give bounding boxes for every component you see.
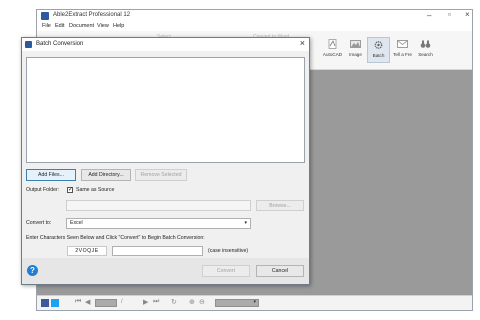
rotate-icon[interactable]: ↻ <box>171 298 177 306</box>
menu-help[interactable]: Help <box>113 23 124 29</box>
app-logo-icon <box>41 12 49 20</box>
zoom-out-icon[interactable]: ⊖ <box>199 298 205 306</box>
binoculars-icon <box>420 39 431 49</box>
envelope-icon <box>397 39 408 49</box>
ribbon-batch-button[interactable]: Batch <box>367 37 390 63</box>
last-page-icon[interactable]: ⏭ <box>153 298 159 306</box>
ribbon-image-button[interactable]: Image <box>344 37 367 63</box>
menubar: File Edit Document View Help <box>37 22 472 31</box>
dialog-footer: ? Convert Cancel <box>22 258 309 284</box>
close-icon[interactable]: × <box>465 10 470 19</box>
output-path-field[interactable] <box>66 200 251 211</box>
convert-to-value: Excel <box>70 220 83 226</box>
ribbon-search-label: Search <box>418 52 433 57</box>
batch-gear-icon <box>373 40 384 50</box>
cancel-button[interactable]: Cancel <box>256 265 304 277</box>
case-insensitive-note: (case insensitive) <box>208 248 249 254</box>
batch-conversion-dialog: Batch Conversion × Add Files... Add Dire… <box>21 37 310 285</box>
twitter-icon[interactable] <box>51 299 59 307</box>
facebook-icon[interactable] <box>41 299 49 307</box>
add-files-button[interactable]: Add Files... <box>26 169 76 181</box>
dialog-titlebar: Batch Conversion × <box>22 38 309 51</box>
statusbar: ⏮ ◀ / ▶ ⏭ ↻ ⊕ ⊖ ▾ <box>37 295 472 310</box>
maximize-icon[interactable]: ▫ <box>448 10 451 19</box>
help-icon[interactable]: ? <box>27 265 38 276</box>
menu-file[interactable]: File <box>42 23 51 29</box>
captcha-input[interactable] <box>112 246 203 256</box>
add-directory-button[interactable]: Add Directory... <box>81 169 131 181</box>
zoom-select[interactable]: ▾ <box>215 299 259 307</box>
captcha-code: 2VOQJE <box>67 246 107 256</box>
menu-view[interactable]: View <box>97 23 109 29</box>
ribbon-image-label: Image <box>349 52 362 57</box>
same-as-source-checkbox[interactable] <box>67 186 73 193</box>
ribbon-tell-friend-button[interactable]: Tell a Fre <box>391 37 414 63</box>
browse-button[interactable]: Browse... <box>256 200 304 211</box>
convert-button[interactable]: Convert <box>202 265 250 277</box>
first-page-icon[interactable]: ⏮ <box>75 298 81 306</box>
prev-page-icon[interactable]: ◀ <box>85 298 90 306</box>
remove-selected-button[interactable]: Remove Selected <box>135 169 187 181</box>
autocad-icon <box>327 39 338 49</box>
image-icon <box>350 39 361 49</box>
file-list[interactable] <box>26 57 305 163</box>
chevron-down-icon: ▾ <box>244 220 247 226</box>
dialog-app-icon <box>25 41 32 48</box>
page-separator: / <box>121 299 123 305</box>
output-folder-label: Output Folder: <box>26 187 60 193</box>
same-as-source-label: Same as Source <box>76 187 115 193</box>
app-title: Able2Extract Professional 12 <box>53 12 131 18</box>
convert-to-label: Convert to: <box>26 220 52 226</box>
zoom-in-icon[interactable]: ⊕ <box>189 298 195 306</box>
menu-edit[interactable]: Edit <box>55 23 64 29</box>
app-titlebar: Able2Extract Professional 12 – ▫ × <box>37 10 472 22</box>
ribbon-autocad-label: AutoCAD <box>322 52 343 57</box>
chevron-down-icon: ▾ <box>253 299 256 305</box>
page-number-input[interactable] <box>95 299 117 307</box>
menu-document[interactable]: Document <box>69 23 94 29</box>
captcha-instruction: Enter Characters Seen Below and Click "C… <box>26 235 205 241</box>
next-page-icon[interactable]: ▶ <box>143 298 148 306</box>
dialog-close-icon[interactable]: × <box>300 38 305 48</box>
ribbon-batch-label: Batch <box>372 53 385 58</box>
ribbon-tell-friend-label: Tell a Fre <box>393 52 412 57</box>
minimize-icon[interactable]: – <box>427 11 431 20</box>
dialog-title: Batch Conversion <box>36 41 84 47</box>
ribbon-search-button[interactable]: Search <box>414 37 437 63</box>
ribbon-autocad-button[interactable]: AutoCAD <box>321 37 344 63</box>
convert-to-select[interactable]: Excel ▾ <box>66 218 251 229</box>
